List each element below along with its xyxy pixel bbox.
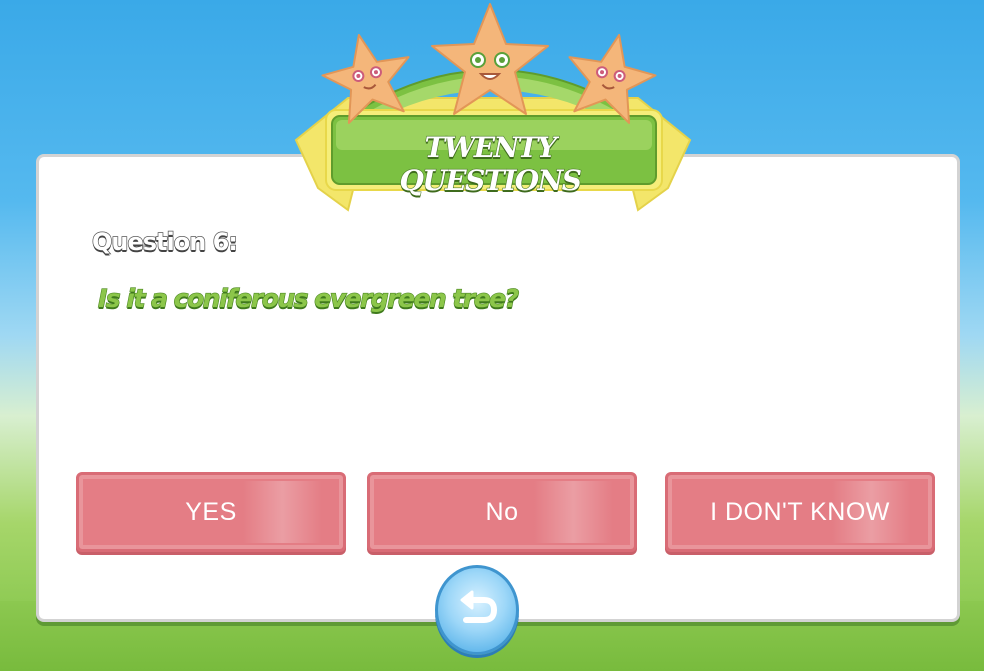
dont-know-button-label: I DON'T KNOW [710,497,890,526]
yes-button-label: YES [185,497,237,526]
dont-know-button[interactable]: I DON'T KNOW [665,472,935,552]
banner-title: TWENTY QUESTIONS [399,130,583,197]
question-text: Is it a coniferous evergreen tree? [97,283,519,313]
yes-button[interactable]: YES [76,472,346,552]
no-button-label: No [485,497,519,526]
back-button[interactable] [435,565,519,655]
no-button[interactable]: No [367,472,637,552]
back-arrow-icon [460,590,498,623]
question-number: Question 6: [91,227,238,256]
